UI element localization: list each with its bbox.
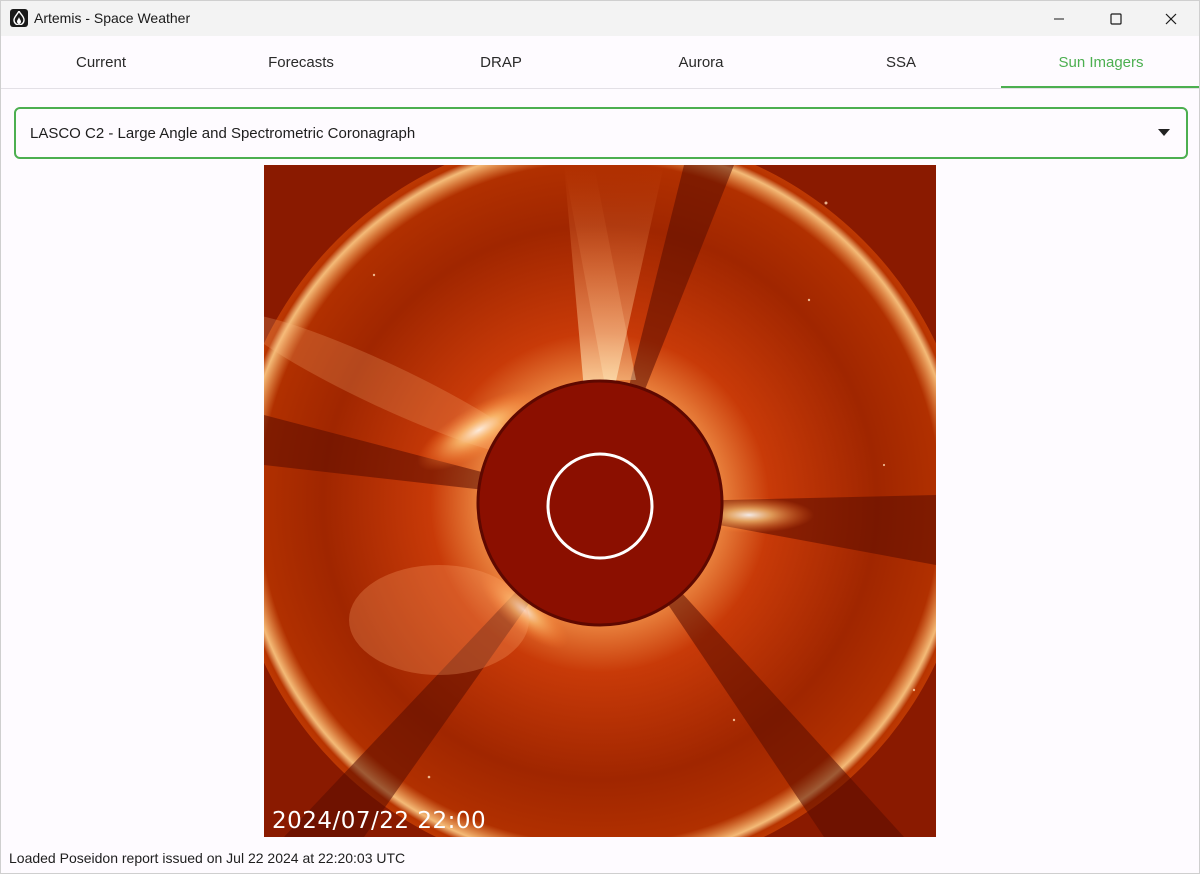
tab-forecasts[interactable]: Forecasts xyxy=(201,36,401,89)
status-text: Loaded Poseidon report issued on Jul 22 … xyxy=(9,850,406,866)
imager-select-value: LASCO C2 - Large Angle and Spectrometric… xyxy=(30,125,416,142)
close-button[interactable] xyxy=(1148,1,1194,36)
imager-select[interactable]: LASCO C2 - Large Angle and Spectrometric… xyxy=(14,107,1188,159)
window-title: Artemis - Space Weather xyxy=(34,10,191,26)
tab-aurora[interactable]: Aurora xyxy=(601,36,801,89)
tab-current[interactable]: Current xyxy=(1,36,201,89)
maximize-button[interactable] xyxy=(1093,1,1139,36)
tab-bar: Current Forecasts DRAP Aurora SSA Sun Im… xyxy=(1,36,1199,89)
tab-sun-imagers[interactable]: Sun Imagers xyxy=(1001,36,1199,89)
image-timestamp: 2024/07/22 22:00 xyxy=(272,808,487,834)
tab-ssa[interactable]: SSA xyxy=(801,36,1001,89)
caret-down-icon xyxy=(1158,129,1170,136)
app-window: Artemis - Space Weather Current Forecast… xyxy=(0,0,1200,874)
active-tab-indicator xyxy=(1001,86,1199,88)
maximize-icon xyxy=(1110,12,1122,25)
coronagraph-image: 2024/07/22 22:00 xyxy=(264,165,936,837)
flame-icon xyxy=(10,9,28,27)
minimize-button[interactable] xyxy=(1036,1,1082,36)
close-icon xyxy=(1165,13,1177,24)
tab-drap[interactable]: DRAP xyxy=(401,36,601,89)
title-bar: Artemis - Space Weather xyxy=(1,1,1199,36)
minimize-icon xyxy=(1054,18,1064,19)
